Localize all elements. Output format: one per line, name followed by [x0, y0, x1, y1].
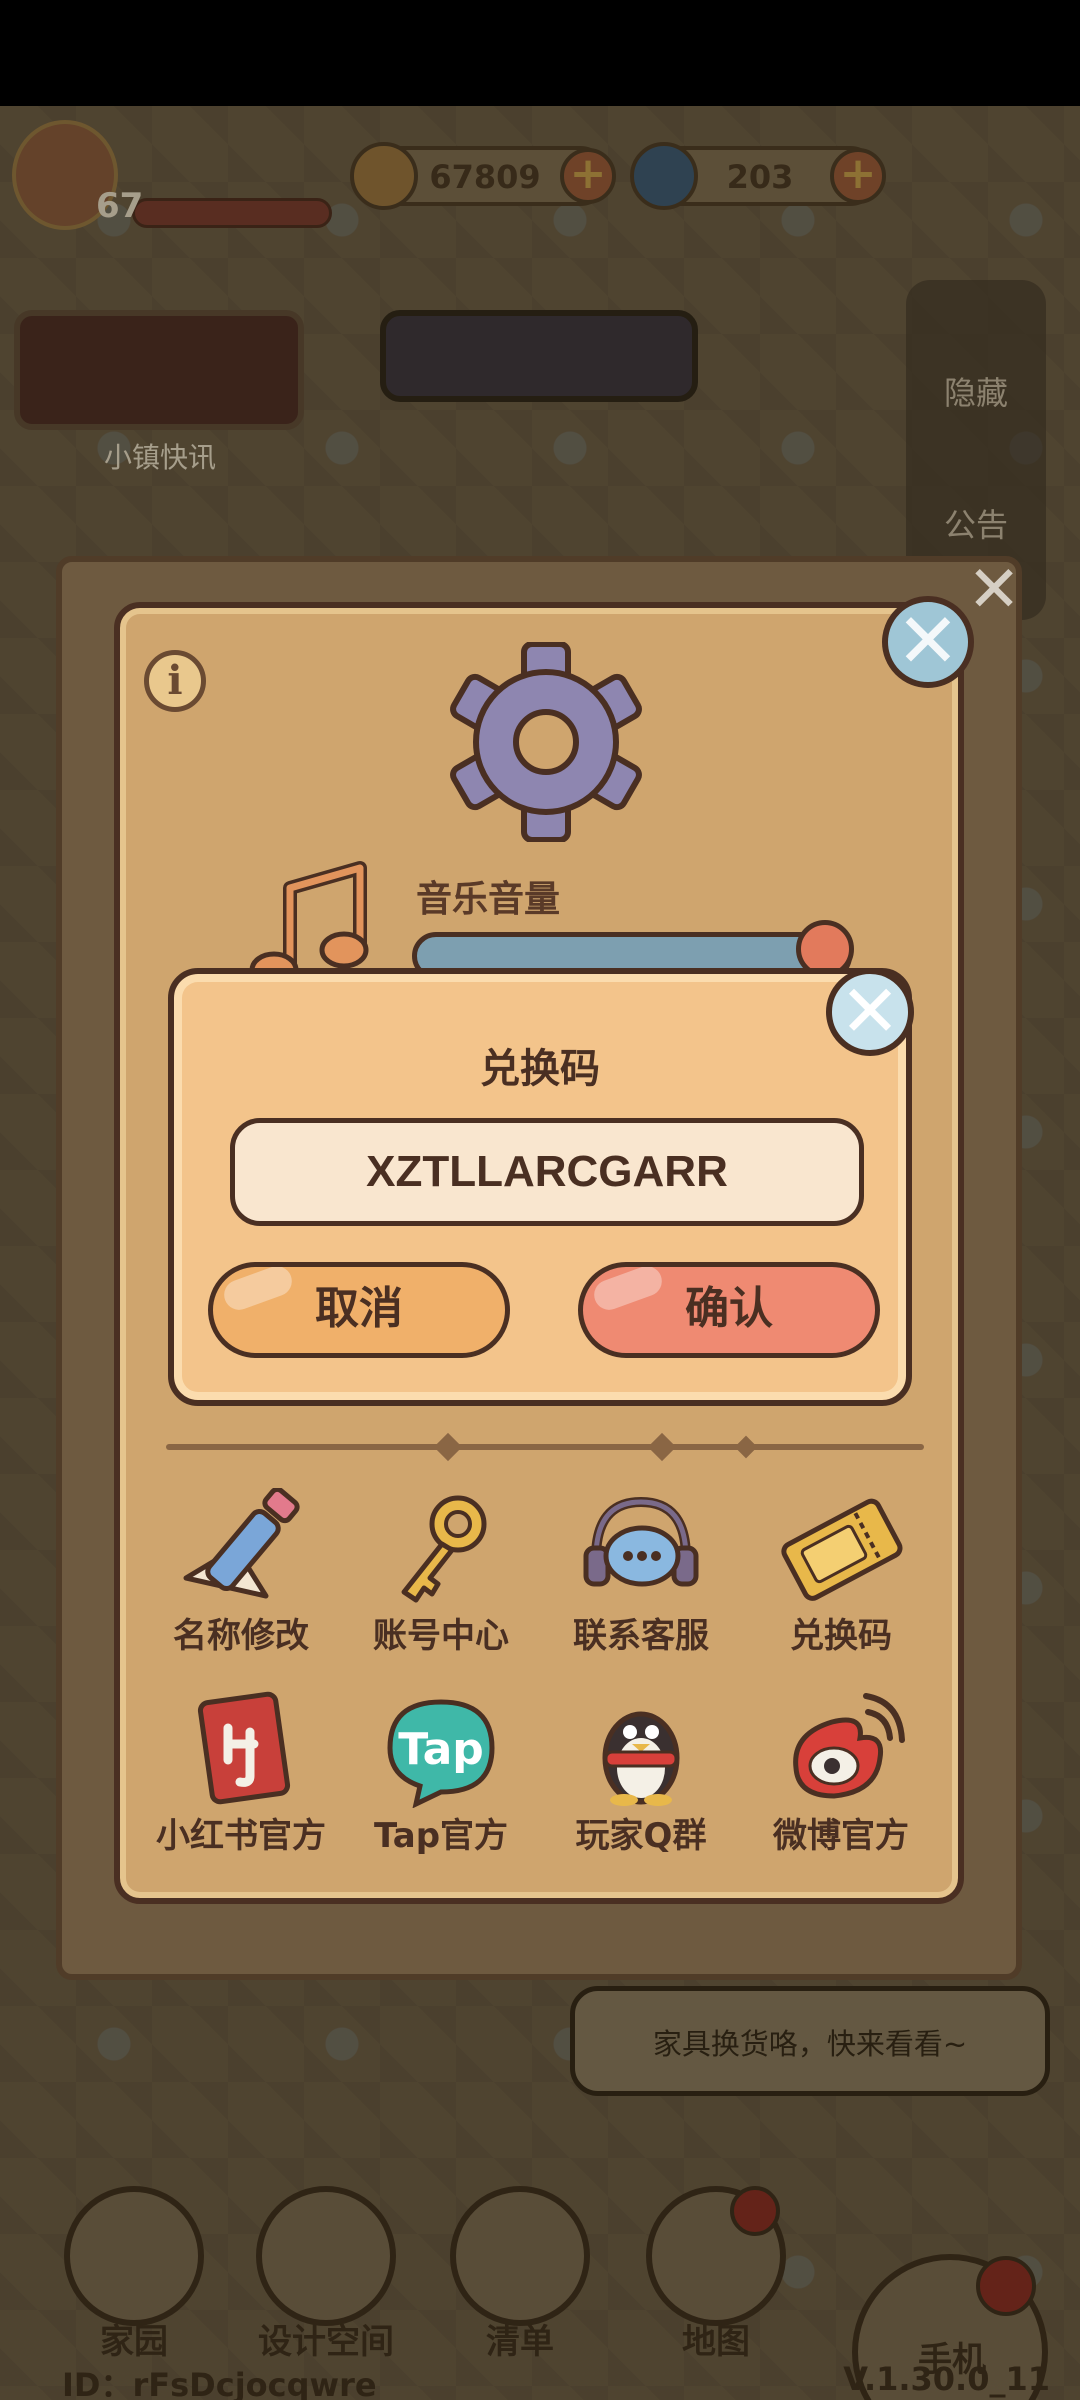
- settings-close-button[interactable]: ✕: [882, 596, 974, 688]
- cancel-button[interactable]: 取消: [208, 1262, 510, 1358]
- info-icon[interactable]: i: [144, 650, 206, 712]
- xiaohongshu-button[interactable]: 小红书官方: [146, 1688, 336, 1857]
- customer-service-label: 联系客服: [573, 1616, 709, 1656]
- pencil-icon: [183, 1488, 300, 1599]
- redeem-code-button[interactable]: 兑换码: [746, 1488, 936, 1657]
- svg-text:Tap: Tap: [398, 1724, 484, 1775]
- redeem-code-dialog: 兑换码 ✕ 取消 确认: [168, 968, 914, 1406]
- redeem-dialog-title: 兑换码: [480, 1046, 600, 1092]
- gear-icon: [450, 642, 642, 842]
- redeem-code-label: 兑换码: [790, 1616, 892, 1656]
- weibo-button[interactable]: 微博官方: [746, 1688, 936, 1857]
- key-icon: [401, 1495, 487, 1603]
- rename-button[interactable]: 名称修改: [146, 1488, 336, 1657]
- ticket-icon: [781, 1498, 903, 1601]
- tap-official-button[interactable]: Tap Tap官方: [346, 1688, 536, 1857]
- xiaohongshu-label: 小红书官方: [156, 1816, 326, 1856]
- rename-label: 名称修改: [173, 1616, 309, 1656]
- divider-ornament: [433, 1432, 463, 1462]
- tap-icon: Tap: [387, 1699, 495, 1808]
- divider: [166, 1444, 924, 1450]
- redeem-close-button[interactable]: ✕: [826, 968, 914, 1056]
- weibo-label: 微博官方: [773, 1816, 909, 1856]
- confirm-button[interactable]: 确认: [578, 1262, 880, 1358]
- headset-icon: [583, 1496, 699, 1587]
- divider-ornament: [734, 1435, 758, 1459]
- xiaohongshu-icon: [197, 1691, 291, 1805]
- qq-group-button[interactable]: 玩家Q群: [546, 1688, 736, 1857]
- customer-service-button[interactable]: 联系客服: [546, 1488, 736, 1657]
- weibo-icon: [793, 1693, 905, 1799]
- account-center-label: 账号中心: [373, 1616, 509, 1656]
- cancel-label: 取消: [315, 1283, 403, 1334]
- account-center-button[interactable]: 账号中心: [346, 1488, 536, 1657]
- qq-penguin-icon: [602, 1711, 680, 1806]
- tap-official-label: Tap官方: [373, 1816, 509, 1856]
- status-bar: [0, 0, 1080, 106]
- confirm-label: 确认: [685, 1283, 773, 1334]
- underlying-close-icon[interactable]: ✕: [964, 558, 1024, 622]
- redeem-code-input[interactable]: [230, 1118, 864, 1226]
- music-volume-label: 音乐音量: [416, 879, 561, 920]
- divider-ornament: [647, 1432, 677, 1462]
- qq-group-label: 玩家Q群: [575, 1816, 707, 1856]
